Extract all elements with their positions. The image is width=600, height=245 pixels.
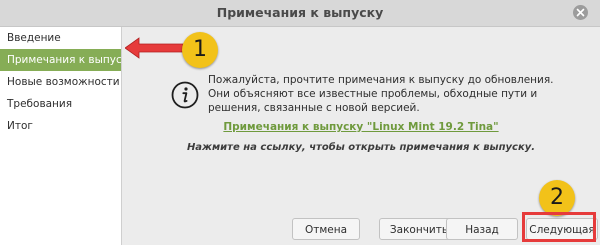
annotation-arrow [125, 37, 184, 59]
window: Примечания к выпуску Введение Примечания… [0, 0, 600, 245]
sidebar-item-intro[interactable]: Введение [0, 27, 121, 49]
hint-text: Нажмите на ссылку, чтобы открыть примеча… [186, 142, 536, 153]
info-icon [171, 81, 199, 109]
annotation-badge-2: 2 [539, 180, 575, 216]
sidebar-item-summary[interactable]: Итог [0, 115, 121, 137]
sidebar-item-release-notes[interactable]: Примечания к выпуску [0, 49, 134, 71]
window-title: Примечания к выпуску [216, 5, 384, 20]
titlebar: Примечания к выпуску [0, 0, 600, 27]
info-text: Пожалуйста, прочтите примечания к выпуск… [208, 74, 554, 114]
cancel-button[interactable]: Отмена [292, 218, 360, 240]
release-notes-link[interactable]: Примечания к выпуску "Linux Mint 19.2 Ti… [122, 121, 600, 133]
sidebar-item-requirements[interactable]: Требования [0, 93, 121, 115]
close-button[interactable] [573, 5, 588, 20]
sidebar: Введение Примечания к выпуску Новые возм… [0, 27, 134, 245]
sidebar-item-new-features[interactable]: Новые возможности [0, 71, 121, 93]
back-button[interactable]: Назад [446, 218, 518, 240]
annotation-badge-1: 1 [182, 32, 218, 68]
next-button-highlight [522, 212, 596, 242]
close-icon [576, 8, 585, 17]
